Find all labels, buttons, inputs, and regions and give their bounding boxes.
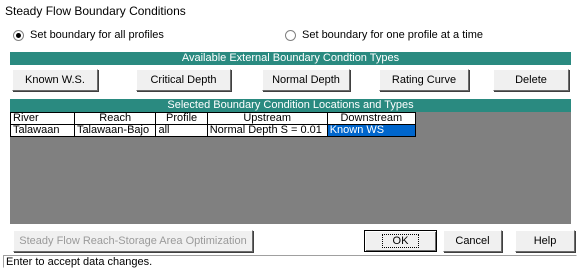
available-types-header: Available External Boundary Condtion Typ… (10, 52, 571, 65)
steady-flow-boundary-dialog: Steady Flow Boundary Conditions Set boun… (0, 0, 581, 271)
table-header-row: River Reach Profile Upstream Downstream (10, 112, 417, 125)
rating-curve-button[interactable]: Rating Curve (379, 69, 469, 91)
table-row[interactable]: Talawaan Talawaan-Bajo all Normal Depth … (10, 124, 417, 137)
all-profiles-label[interactable]: Set boundary for all profiles (30, 29, 164, 41)
one-profile-label[interactable]: Set boundary for one profile at a time (302, 29, 483, 41)
ok-button[interactable]: OK (364, 230, 437, 252)
column-header-river[interactable]: River (10, 112, 75, 125)
help-button[interactable]: Help (515, 230, 575, 252)
boundary-table[interactable]: River Reach Profile Upstream Downstream … (10, 112, 571, 224)
cell-profile[interactable]: all (155, 124, 208, 137)
cell-upstream[interactable]: Normal Depth S = 0.01 (206, 124, 328, 137)
cell-river[interactable]: Talawaan (10, 124, 75, 137)
normal-depth-button[interactable]: Normal Depth (262, 69, 350, 91)
all-profiles-radio[interactable] (13, 29, 24, 41)
critical-depth-button[interactable]: Critical Depth (136, 69, 231, 91)
column-header-reach[interactable]: Reach (73, 112, 157, 125)
delete-button[interactable]: Delete (493, 69, 569, 91)
ok-label: OK (381, 234, 420, 248)
known-ws-button[interactable]: Known W.S. (12, 69, 98, 91)
all-profiles-option[interactable]: Set boundary for all profiles (13, 28, 164, 42)
cancel-button[interactable]: Cancel (443, 230, 502, 252)
selected-locations-header: Selected Boundary Condition Locations an… (10, 99, 571, 112)
cell-reach[interactable]: Talawaan-Bajo (73, 124, 157, 137)
column-header-profile[interactable]: Profile (155, 112, 208, 125)
window-title: Steady Flow Boundary Conditions (5, 4, 186, 18)
reach-storage-optimization-button[interactable]: Steady Flow Reach-Storage Area Optimizat… (13, 230, 253, 267)
column-header-upstream[interactable]: Upstream (206, 112, 328, 125)
column-header-downstream[interactable]: Downstream (326, 112, 417, 125)
status-bar: Enter to accept data changes. (3, 255, 577, 268)
cell-downstream[interactable]: Known WS (326, 124, 417, 137)
one-profile-radio[interactable] (285, 29, 296, 41)
one-profile-option[interactable]: Set boundary for one profile at a time (285, 28, 483, 42)
